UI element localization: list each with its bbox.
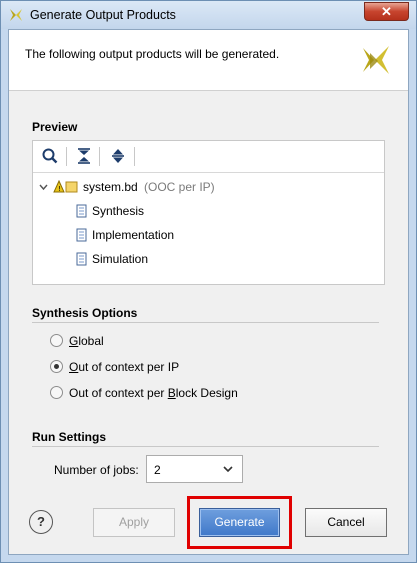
preview-toolbar [33, 141, 384, 173]
section-divider [32, 322, 379, 323]
highlight-annotation [187, 496, 292, 549]
block-design-icon: ! [53, 180, 78, 193]
header-band: The following output products will be ge… [9, 30, 408, 91]
cancel-button[interactable]: Cancel [305, 508, 387, 537]
preview-panel: ! system.bd (OOC per IP) Synthesis Imple… [32, 140, 385, 285]
jobs-value: 2 [154, 463, 161, 477]
radio-global-text: lobal [78, 334, 104, 348]
jobs-label: Number of jobs: [54, 463, 139, 477]
tree-item-label: Synthesis [92, 204, 145, 218]
radio-selected-dot [54, 364, 59, 369]
apply-button[interactable]: Apply [93, 508, 175, 537]
tree-item-label: Simulation [92, 252, 149, 266]
run-settings-label: Run Settings [32, 430, 106, 444]
tree-root-note: (OOC per IP) [144, 180, 215, 194]
synthesis-options-label: Synthesis Options [32, 306, 138, 320]
dialog-body: The following output products will be ge… [8, 29, 409, 555]
radio-ooc-per-ip-text: ut of context per IP [78, 360, 180, 374]
vivado-logo-icon [10, 9, 22, 21]
close-icon: ✕ [381, 4, 392, 19]
chevron-down-icon[interactable] [39, 183, 48, 191]
collapse-all-icon[interactable] [75, 147, 93, 165]
file-icon [76, 204, 87, 218]
svg-text:!: ! [58, 185, 61, 193]
radio-ooc-per-ip-label[interactable]: Out of context per IP [69, 360, 179, 374]
vivado-brand-icon [363, 46, 389, 74]
chevron-down-icon [223, 466, 233, 473]
toolbar-separator [134, 147, 135, 166]
window-title: Generate Output Products [30, 8, 176, 22]
tree-item-label: Implementation [92, 228, 175, 242]
radio-ooc-per-bd-text-b: lock Design [175, 386, 238, 400]
jobs-dropdown[interactable]: 2 [146, 455, 243, 483]
file-icon [76, 252, 87, 266]
section-divider [32, 446, 379, 447]
radio-ooc-per-ip[interactable] [50, 360, 63, 373]
expand-all-icon[interactable] [109, 147, 127, 165]
close-button[interactable]: ✕ [364, 2, 409, 21]
radio-global-label[interactable]: Global [69, 334, 104, 348]
help-button[interactable]: ? [29, 510, 53, 534]
generate-output-products-dialog: Generate Output Products ✕ The following… [0, 0, 417, 563]
radio-ooc-per-bd[interactable] [50, 386, 63, 399]
search-icon[interactable] [41, 147, 59, 165]
preview-section-label: Preview [32, 120, 78, 134]
radio-global[interactable] [50, 334, 63, 347]
header-message: The following output products will be ge… [25, 47, 280, 61]
radio-ooc-per-bd-label[interactable]: Out of context per Block Design [69, 386, 238, 400]
toolbar-separator [66, 147, 67, 166]
radio-ooc-per-bd-text-a: Out of context per [69, 386, 168, 400]
file-icon [76, 228, 87, 242]
tree-root-label: system.bd [83, 180, 138, 194]
toolbar-separator [99, 147, 100, 166]
title-bar[interactable]: Generate Output Products ✕ [1, 1, 416, 29]
